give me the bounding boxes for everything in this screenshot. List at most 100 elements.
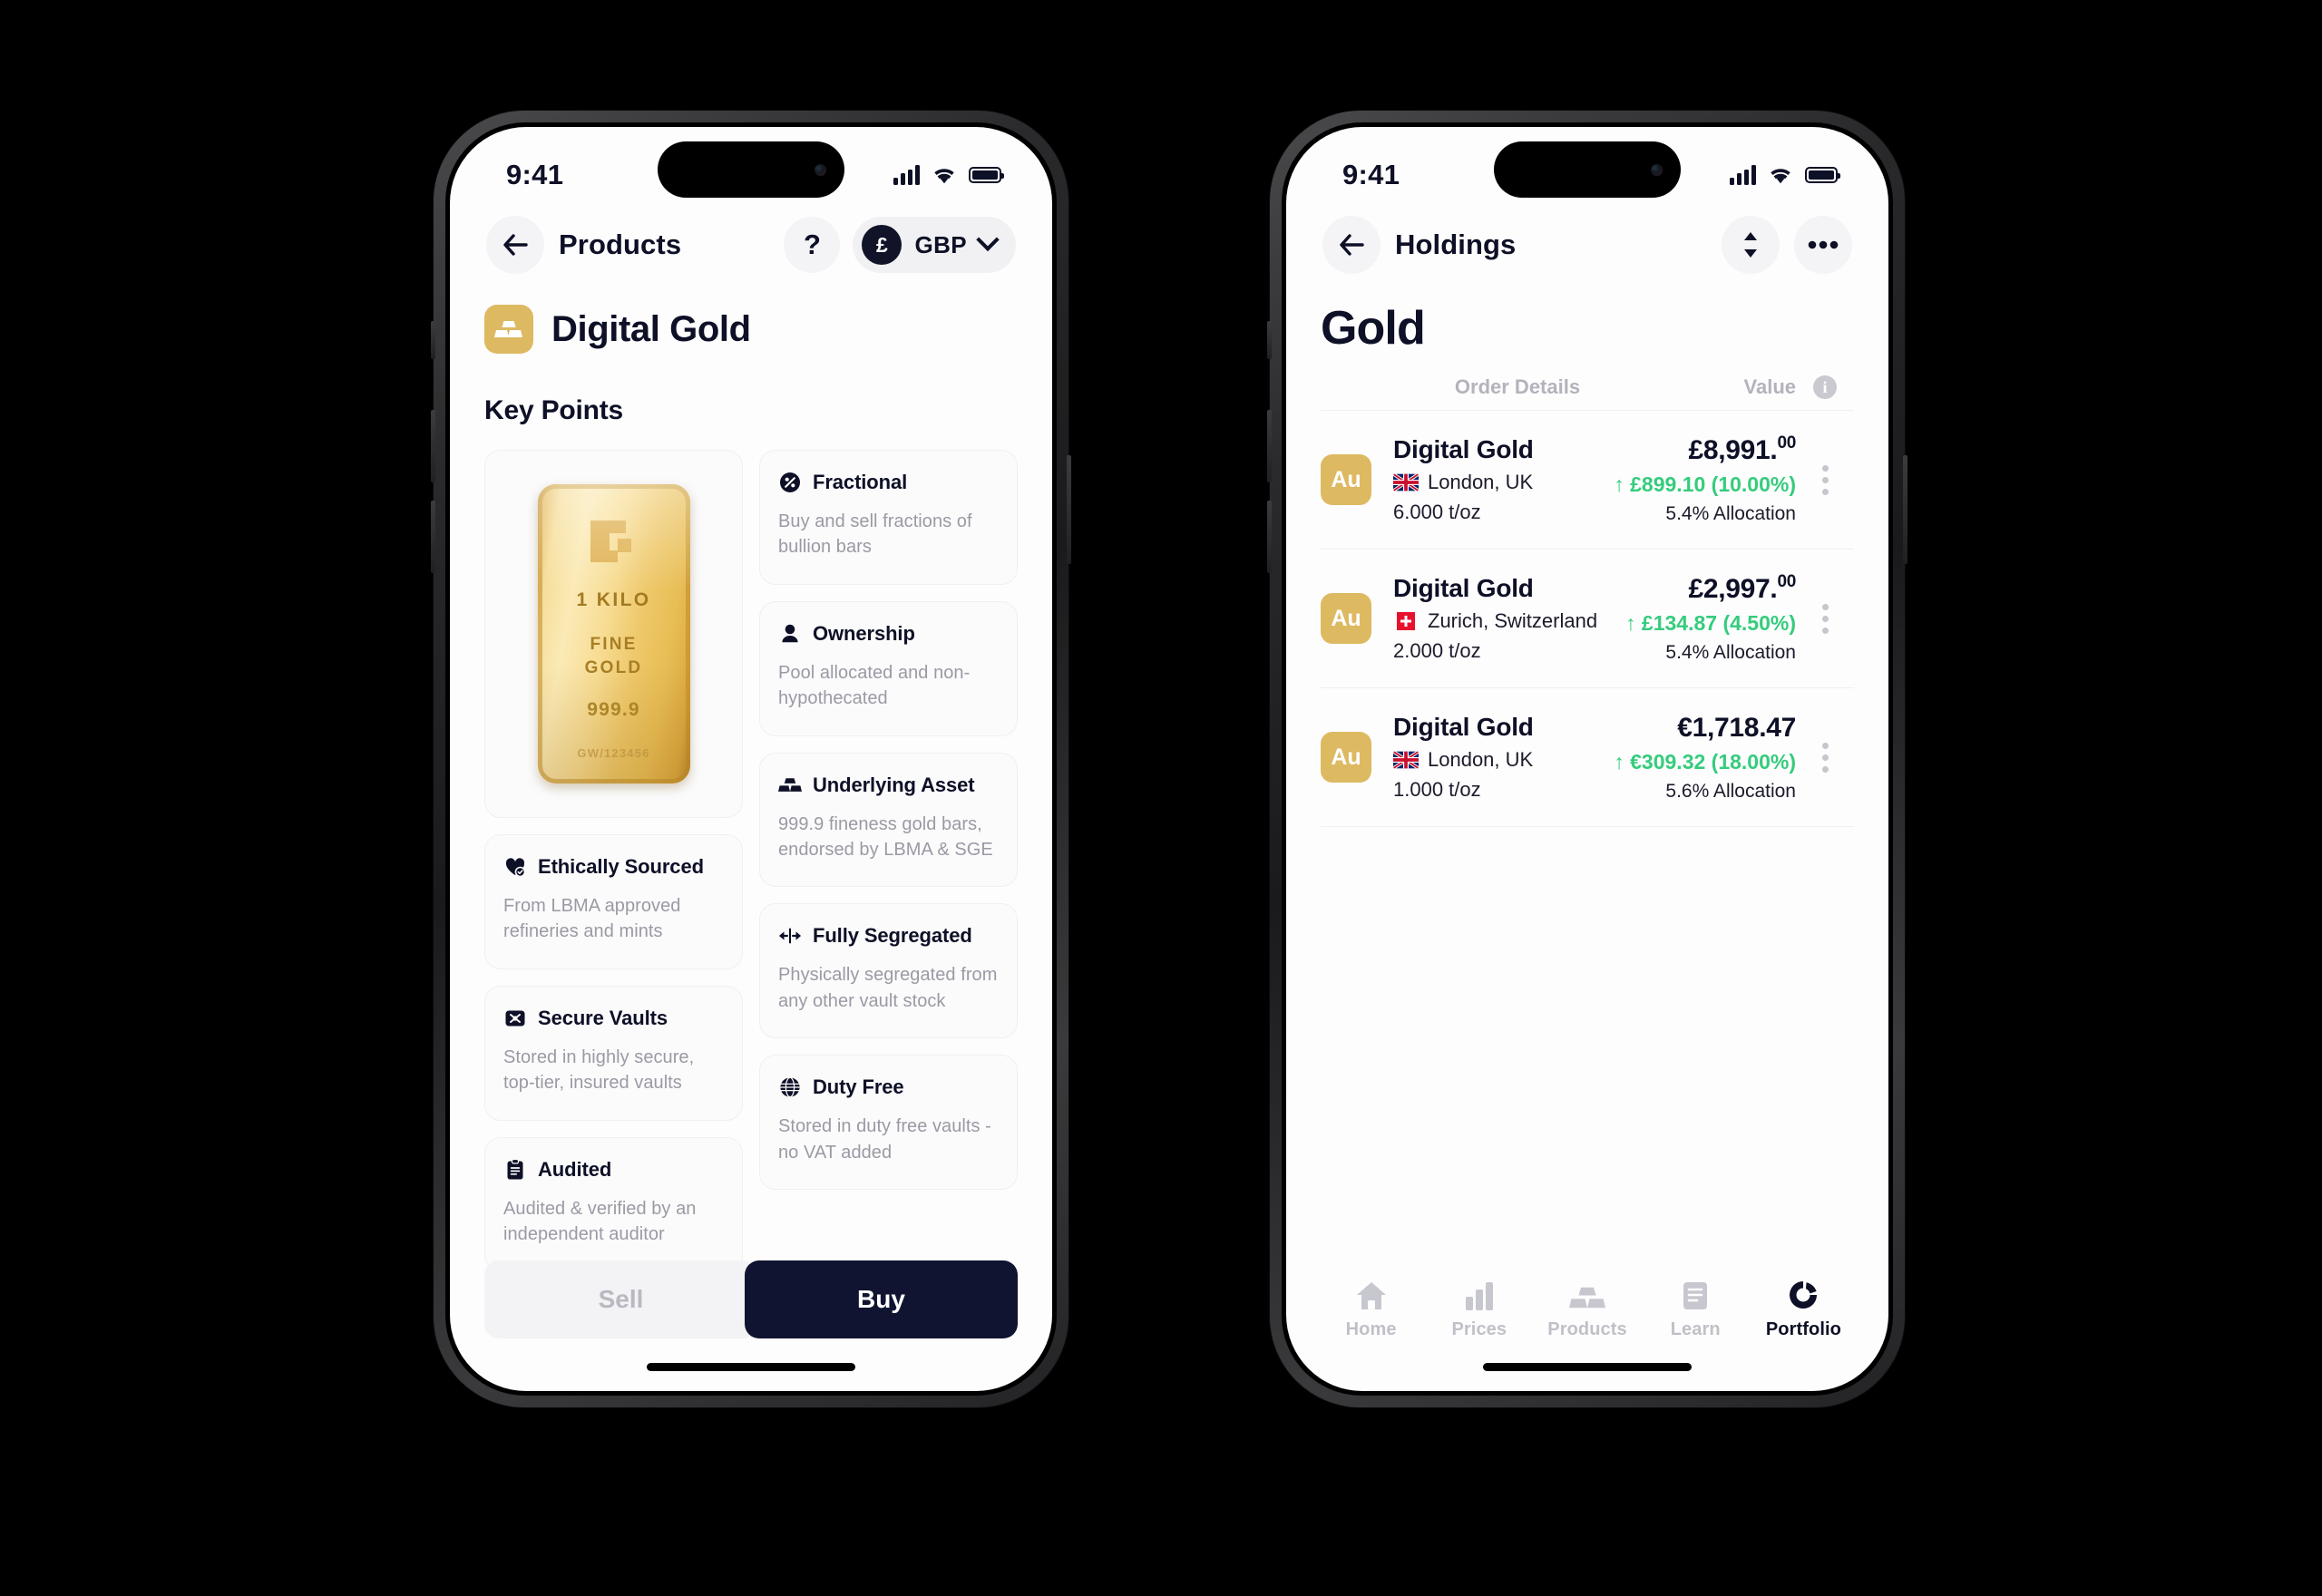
cellular-bars-icon <box>1730 165 1756 185</box>
holding-name: Digital Gold <box>1393 713 1534 741</box>
holding-location: London, UK <box>1393 748 1614 772</box>
key-point-header: Fully Segregated <box>778 924 999 948</box>
row-menu-button[interactable] <box>1796 464 1854 495</box>
tab-label: Prices <box>1451 1319 1507 1339</box>
sell-button[interactable]: Sell <box>484 1260 757 1338</box>
holding-allocation: 5.6% Allocation <box>1665 781 1796 802</box>
asset-badge: Au <box>1321 593 1371 644</box>
volume-down-button[interactable] <box>431 501 435 573</box>
holding-allocation: 5.4% Allocation <box>1665 503 1796 524</box>
back-button[interactable] <box>1322 216 1381 274</box>
tab-products[interactable]: Products <box>1533 1279 1641 1340</box>
table-row[interactable]: Au Digital Gold <box>1321 410 1854 549</box>
page-title: Gold <box>1321 302 1426 355</box>
holding-value: £2,997.00 ↑ £134.87 (4.50%) 5.4% Allocat… <box>1625 572 1796 664</box>
gold-bar-illustration: 1 KILO FINE GOLD 999.9 GW/123456 <box>537 484 690 783</box>
key-point-header: Fractional <box>778 471 999 494</box>
status-time: 9:41 <box>506 159 564 190</box>
battery-icon <box>1805 167 1840 183</box>
phone-left: 9:41 Products ? £ GBP Digital Gold Key P… <box>431 111 1071 1407</box>
cellular-bars-icon <box>893 165 920 185</box>
asset-badge: Au <box>1321 732 1371 783</box>
holding-info: Digital Gold London, UK <box>1371 713 1614 802</box>
wifi-icon <box>1771 168 1790 183</box>
currency-symbol-badge: £ <box>862 225 902 265</box>
person-icon <box>778 622 802 646</box>
volume-up-button[interactable] <box>1267 410 1272 482</box>
key-point-title: Audited <box>538 1157 612 1181</box>
bottom-tab-bar: Home Prices Products Learn Portfolio <box>1286 1279 1888 1340</box>
volume-down-button[interactable] <box>1267 501 1272 573</box>
nav-actions <box>1722 216 1852 274</box>
tab-portfolio[interactable]: Portfolio <box>1750 1279 1858 1340</box>
uk-flag <box>1393 473 1419 491</box>
holdings-body: Gold Order Details Value i Au Digital Go… <box>1286 301 1888 827</box>
holding-delta: ↑ £899.10 (10.00%) <box>1614 472 1796 496</box>
cta-bar: Sell Buy <box>450 1260 1052 1338</box>
key-point-header: Audited <box>503 1158 724 1182</box>
key-point-desc: Pool allocated and non-hypothecated <box>778 662 971 709</box>
help-button[interactable]: ? <box>784 217 841 273</box>
tab-home[interactable]: Home <box>1317 1279 1425 1340</box>
home-indicator[interactable] <box>647 1363 855 1371</box>
nav-title: Products <box>559 229 682 260</box>
page-title: Digital Gold <box>551 308 751 349</box>
silent-switch[interactable] <box>1267 321 1272 359</box>
gold-bars-icon <box>778 774 802 797</box>
phone-bezel: 9:41 <box>1282 122 1893 1396</box>
tab-learn[interactable]: Learn <box>1642 1279 1750 1340</box>
table-row[interactable]: Au Digital Gold <box>1321 687 1854 827</box>
percent-circle-icon <box>778 471 802 494</box>
currency-selector[interactable]: £ GBP <box>853 217 1016 273</box>
holding-delta: ↑ €309.32 (18.00%) <box>1614 750 1796 774</box>
key-point-card: Ethically Sourced From LBMA approved ref… <box>484 834 743 969</box>
sort-button[interactable] <box>1722 216 1780 274</box>
power-button[interactable] <box>1903 455 1907 564</box>
key-points-grid: 1 KILO FINE GOLD 999.9 GW/123456 Ethical… <box>484 450 1018 1272</box>
row-menu-button[interactable] <box>1796 603 1854 634</box>
refinery-logo-icon <box>590 521 638 562</box>
screen-holdings: 9:41 Holdings Gold Order Details Value i… <box>1286 127 1888 1391</box>
dynamic-island <box>658 141 844 198</box>
column-value: Value <box>1743 375 1796 398</box>
key-point-desc: Buy and sell fractions of bullion bars <box>778 511 972 558</box>
key-point-desc: From LBMA approved refineries and mints <box>503 896 681 942</box>
silent-switch[interactable] <box>431 321 435 359</box>
phone-right: 9:41 Holdings Gold Order Details Value i… <box>1267 111 1907 1407</box>
donut-chart-icon <box>1787 1279 1820 1311</box>
dynamic-island <box>1494 141 1681 198</box>
info-button[interactable]: i <box>1796 375 1854 399</box>
front-camera-icon <box>815 163 826 176</box>
buy-button[interactable]: Buy <box>745 1260 1018 1338</box>
product-header: Digital Gold <box>484 305 1018 354</box>
key-point-desc: Physically segregated from any other vau… <box>778 965 998 1011</box>
column-order-details: Order Details <box>1454 375 1581 398</box>
key-point-desc: Stored in duty free vaults - no VAT adde… <box>778 1116 991 1163</box>
heart-check-icon <box>503 855 527 879</box>
key-point-card: Ownership Pool allocated and non-hypothe… <box>759 600 1018 736</box>
power-button[interactable] <box>1067 455 1071 564</box>
back-button[interactable] <box>486 216 544 274</box>
holding-location-label: London, UK <box>1428 471 1534 493</box>
holding-location: London, UK <box>1393 471 1614 494</box>
key-point-card: Fully Segregated Physically segregated f… <box>759 903 1018 1039</box>
holding-allocation: 5.4% Allocation <box>1665 642 1796 663</box>
holding-location-label: London, UK <box>1428 748 1534 771</box>
key-point-title: Secure Vaults <box>538 1006 668 1029</box>
volume-up-button[interactable] <box>431 410 435 482</box>
vault-icon <box>503 1007 527 1030</box>
key-point-title: Underlying Asset <box>813 773 975 796</box>
holding-quantity: 6.000 t/oz <box>1393 501 1481 523</box>
holding-price: €1,718.47 <box>1677 713 1796 743</box>
more-button[interactable] <box>1794 216 1852 274</box>
info-icon: i <box>1813 375 1837 399</box>
key-point-title: Fractional <box>813 471 908 493</box>
home-icon <box>1355 1279 1388 1311</box>
table-row[interactable]: Au Digital Gold Zurich, Switzerland 2.00… <box>1321 549 1854 687</box>
holding-quantity: 1.000 t/oz <box>1393 778 1481 801</box>
key-point-header: Ownership <box>778 622 999 646</box>
home-indicator[interactable] <box>1483 1363 1692 1371</box>
tab-prices[interactable]: Prices <box>1425 1279 1533 1340</box>
status-time: 9:41 <box>1342 159 1400 190</box>
row-menu-button[interactable] <box>1796 742 1854 773</box>
